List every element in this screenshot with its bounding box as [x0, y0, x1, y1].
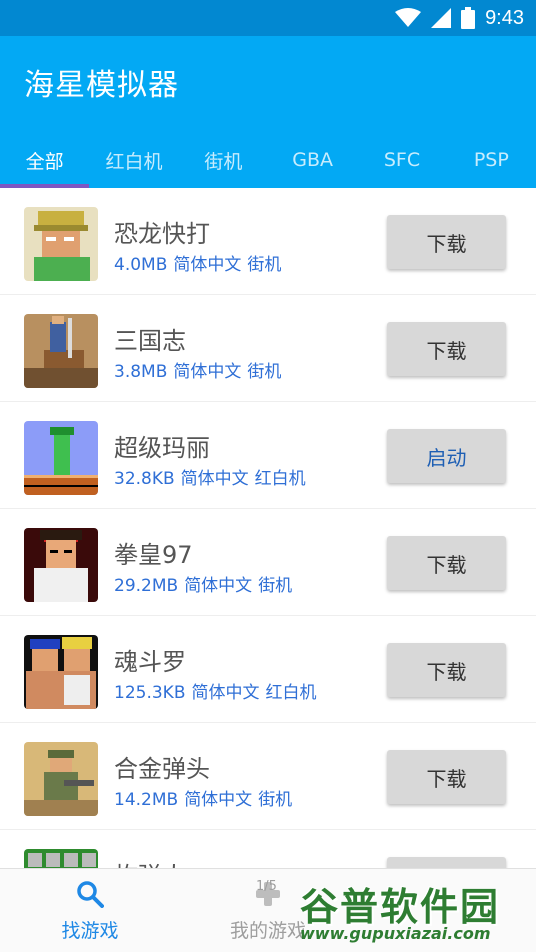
launch-button[interactable]: 启动 [387, 429, 506, 483]
game-language: 简体中文 [184, 790, 253, 810]
bottom-navigation: 找游戏 1/5 我的游戏 [0, 868, 536, 952]
game-name: 恐龙快打 [114, 220, 210, 248]
tab-label: SFC [383, 149, 421, 171]
game-platform: 红白机 [254, 469, 306, 489]
game-thumbnail [24, 207, 98, 281]
status-icons: 9:43 [395, 6, 524, 30]
game-thumbnail [24, 635, 98, 709]
game-meta: 29.2MB 简体中文 街机 [114, 571, 292, 596]
game-thumbnail [24, 528, 98, 602]
download-button[interactable]: 下载 [387, 536, 506, 590]
game-language: 简体中文 [184, 576, 253, 596]
download-button[interactable] [387, 857, 506, 868]
status-bar: 9:43 [0, 0, 536, 36]
nav-mine-label: 我的游戏 [229, 919, 306, 942]
game-size: 3.8MB [114, 362, 168, 382]
game-size: 4.0MB [114, 255, 168, 275]
game-thumbnail [24, 742, 98, 816]
game-meta: 3.8MB 简体中文 街机 [114, 357, 281, 382]
game-name: 合金弹头 [114, 755, 210, 783]
game-meta: 14.2MB 简体中文 街机 [114, 785, 292, 810]
game-name: 超级玛丽 [114, 434, 210, 462]
game-platform: 红白机 [265, 683, 317, 703]
game-platform: 街机 [247, 362, 282, 382]
tab-all[interactable]: 全部 [0, 132, 90, 188]
game-row[interactable]: 超级玛丽 32.8KB 简体中文 红白机 启动 [0, 402, 536, 509]
game-platform: 街机 [258, 790, 293, 810]
game-platform: 街机 [247, 255, 282, 275]
my-games-badge: 1/5 [256, 879, 277, 894]
game-row[interactable]: 炸弹人 [0, 830, 536, 868]
tab-label: 红白机 [105, 150, 163, 173]
status-time: 9:43 [485, 6, 524, 29]
nav-find-games[interactable]: 找游戏 [0, 869, 180, 952]
game-row[interactable]: 合金弹头 14.2MB 简体中文 街机 下载 [0, 723, 536, 830]
tab-arcade[interactable]: 街机 [179, 132, 268, 188]
game-language: 简体中文 [191, 683, 260, 703]
download-button[interactable]: 下载 [387, 215, 506, 269]
game-meta: 125.3KB 简体中文 红白机 [114, 678, 316, 703]
game-size: 14.2MB [114, 790, 179, 810]
game-row[interactable]: 三国志 3.8MB 简体中文 街机 下载 [0, 295, 536, 402]
game-name: 三国志 [114, 327, 186, 355]
wifi-icon [395, 8, 422, 28]
game-thumbnail [24, 849, 98, 868]
game-size: 29.2MB [114, 576, 179, 596]
app-bar: 海星模拟器 全部 红白机 街机 GBA SFC PSP [0, 36, 536, 188]
nav-my-games[interactable]: 1/5 我的游戏 [178, 869, 358, 952]
tab-label: 街机 [204, 150, 243, 173]
game-row[interactable]: 魂斗罗 125.3KB 简体中文 红白机 下载 [0, 616, 536, 723]
download-button[interactable]: 下载 [387, 643, 506, 697]
tab-sfc[interactable]: SFC [357, 132, 446, 188]
game-language: 简体中文 [173, 255, 242, 275]
nav-find-label: 找游戏 [61, 919, 119, 942]
signal-icon [431, 8, 452, 28]
tab-label: 全部 [25, 150, 64, 173]
tab-psp[interactable]: PSP [447, 132, 536, 188]
game-size: 125.3KB [114, 683, 186, 703]
game-language: 简体中文 [173, 362, 242, 382]
game-list[interactable]: 恐龙快打 4.0MB 简体中文 街机 下载 三国志 3.8MB 简体中文 街机 下载 超… [0, 188, 536, 868]
game-size: 32.8KB [114, 469, 175, 489]
game-row[interactable]: 恐龙快打 4.0MB 简体中文 街机 下载 [0, 188, 536, 295]
game-name: 拳皇97 [114, 541, 193, 569]
game-platform: 街机 [258, 576, 293, 596]
game-meta: 32.8KB 简体中文 红白机 [114, 464, 306, 489]
game-meta: 4.0MB 简体中文 街机 [114, 250, 281, 275]
tab-gba[interactable]: GBA [268, 132, 357, 188]
game-thumbnail [24, 421, 98, 495]
category-tabs: 全部 红白机 街机 GBA SFC PSP [0, 132, 536, 188]
search-icon [76, 880, 104, 912]
game-language: 简体中文 [180, 469, 249, 489]
download-button[interactable]: 下载 [387, 750, 506, 804]
app-title: 海星模拟器 [24, 68, 179, 103]
tab-label: PSP [473, 149, 509, 171]
tab-fc[interactable]: 红白机 [89, 132, 178, 188]
download-button[interactable]: 下载 [387, 322, 506, 376]
battery-icon [461, 7, 476, 29]
tab-label: GBA [292, 149, 334, 171]
game-name: 炸弹人 [114, 856, 186, 868]
game-row[interactable]: 拳皇97 29.2MB 简体中文 街机 下载 [0, 509, 536, 616]
game-thumbnail [24, 314, 98, 388]
game-name: 魂斗罗 [114, 648, 186, 676]
